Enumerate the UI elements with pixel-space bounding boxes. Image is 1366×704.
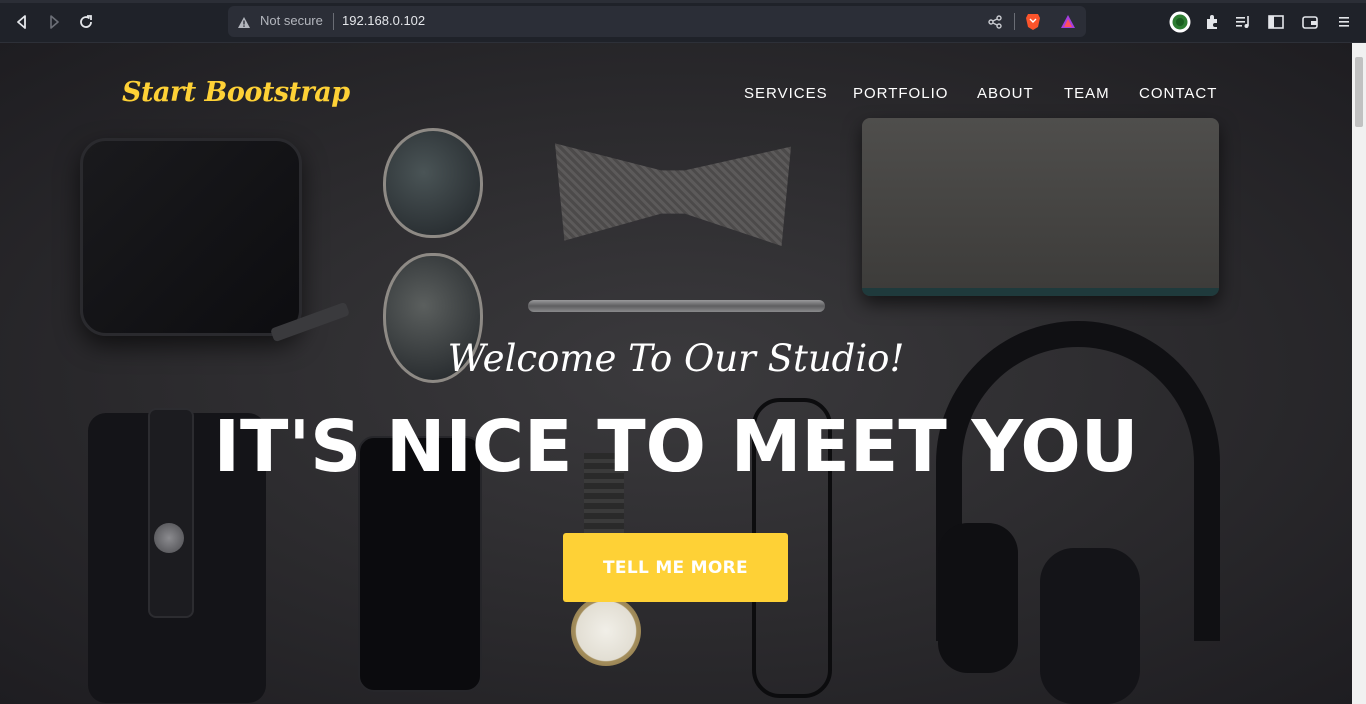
brave-rewards-icon[interactable] (1059, 13, 1077, 31)
reload-icon[interactable] (75, 11, 97, 33)
profile-icon[interactable] (1169, 11, 1191, 33)
nav-portfolio[interactable]: PORTFOLIO (853, 85, 948, 102)
playlist-icon[interactable] (1232, 11, 1254, 33)
wallet-icon[interactable] (1299, 11, 1321, 33)
browser-toolbar: Not secure 192.168.0.102 (0, 0, 1366, 43)
pen-image (528, 300, 825, 312)
hero-subheading: Welcome To Our Studio! (447, 337, 905, 380)
divider (1014, 13, 1015, 30)
notebook-image (862, 118, 1219, 296)
brave-shields-icon[interactable] (1024, 13, 1042, 31)
wallet-image (80, 138, 302, 336)
headphone-cup-image (1040, 548, 1140, 704)
share-icon[interactable] (986, 13, 1004, 31)
url-text[interactable]: 192.168.0.102 (342, 13, 425, 28)
rivet-image (154, 523, 184, 553)
forward-icon[interactable] (43, 11, 65, 33)
watch-face-image (571, 596, 641, 666)
menu-icon[interactable] (1333, 11, 1355, 33)
nav-services[interactable]: SERVICES (744, 85, 828, 102)
headphone-cup-image (938, 523, 1018, 673)
hero-heading: IT'S NICE TO MEET YOU (213, 405, 1139, 488)
sidebar-icon[interactable] (1265, 11, 1287, 33)
security-label[interactable]: Not secure (260, 13, 323, 28)
back-icon[interactable] (11, 11, 33, 33)
scrollbar-thumb[interactable] (1355, 57, 1363, 127)
tell-me-more-button[interactable]: TELL ME MORE (563, 533, 788, 602)
tab-strip (0, 0, 1366, 3)
scrollbar[interactable] (1352, 43, 1366, 704)
nav-team[interactable]: TEAM (1064, 85, 1110, 102)
address-bar[interactable]: Not secure 192.168.0.102 (228, 6, 1086, 37)
nav-about[interactable]: ABOUT (977, 85, 1034, 102)
divider (333, 13, 334, 30)
warning-icon[interactable] (237, 14, 251, 33)
sunglasses-image (383, 128, 483, 238)
extensions-icon[interactable] (1201, 11, 1223, 33)
brand-logo[interactable]: Start Bootstrap (122, 77, 350, 108)
bowtie-image (555, 143, 791, 246)
nav-contact[interactable]: CONTACT (1139, 85, 1217, 102)
